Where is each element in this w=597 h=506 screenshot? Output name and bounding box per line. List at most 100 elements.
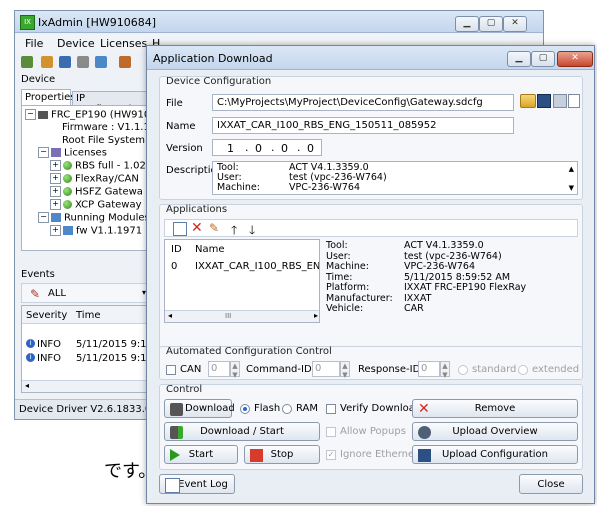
collapse-icon[interactable]: − — [38, 212, 49, 223]
can-checkbox[interactable] — [166, 365, 176, 375]
minimize-button[interactable]: ▁ — [455, 16, 479, 32]
dialog-maximize-button[interactable]: ▢ — [531, 51, 555, 67]
download-label: Download — [185, 403, 235, 414]
license-icon — [63, 200, 72, 209]
dialog-minimize-button[interactable]: ▁ — [507, 51, 531, 67]
application-download-dialog: Application Download ▁ ▢ ✕ Device Config… — [146, 45, 595, 504]
toolbar-icon-1[interactable] — [21, 56, 33, 68]
can-input[interactable]: 0 — [208, 361, 230, 377]
save-icon[interactable] — [537, 94, 551, 108]
dialog-title: Application Download — [153, 52, 273, 65]
edit-file-icon[interactable] — [568, 94, 580, 108]
tree-license-item[interactable]: + FlexRay/CAN — [50, 173, 139, 185]
stop-button[interactable]: Stop — [244, 445, 320, 464]
download-button[interactable]: Download — [164, 399, 235, 418]
response-id-spinner[interactable]: ▲ ▼ — [440, 361, 450, 379]
filter-value[interactable]: ALL — [48, 288, 66, 299]
add-application-icon[interactable] — [173, 222, 187, 236]
col-name[interactable]: Name — [195, 244, 225, 255]
version-revision[interactable]: 0 — [307, 142, 314, 155]
name-field[interactable]: IXXAT_CAR_I100_RBS_ENG_150511_085952 — [212, 117, 514, 134]
standard-radio[interactable] — [458, 365, 468, 375]
scroll-up-icon[interactable]: ▲ — [569, 164, 574, 174]
version-build[interactable]: 0 — [281, 142, 288, 155]
expand-icon[interactable]: + — [50, 173, 61, 184]
tree-license-item[interactable]: + RBS full - 1.02 — [50, 160, 146, 172]
description-line-value: VPC-236-W764 — [289, 182, 360, 193]
events-table: Severity Time i INFO 5/11/2015 9:13:0 i … — [21, 305, 151, 393]
tree-root[interactable]: − FRC_EP190 (HW9106 — [25, 109, 150, 121]
file-field[interactable]: C:\MyProjects\MyProject\DeviceConfig\Gat… — [212, 94, 514, 111]
license-folder-icon — [51, 148, 61, 157]
edit-icon[interactable]: ✎ — [209, 221, 219, 235]
remove-button[interactable]: ✕ Remove — [412, 399, 578, 418]
upload-overview-button[interactable]: Upload Overview — [412, 422, 578, 441]
tab-properties[interactable]: Properties — [21, 89, 76, 105]
scroll-left-icon[interactable]: ◂ — [25, 381, 29, 390]
tree-firmware[interactable]: Firmware : V1.1.1 — [62, 122, 150, 133]
event-log-button[interactable]: Event Log — [159, 474, 235, 494]
expand-icon[interactable]: + — [50, 199, 61, 210]
download-start-button[interactable]: Download / Start — [164, 422, 320, 441]
version-major[interactable]: 1 — [227, 142, 234, 155]
folder-open-icon[interactable] — [520, 94, 536, 108]
dialog-close-button[interactable]: ✕ — [557, 51, 593, 67]
toolbar-icon-2[interactable] — [41, 56, 53, 68]
table-row[interactable]: 0 IXXAT_CAR_I100_RBS_ENG_1 — [165, 260, 319, 274]
scroll-down-icon[interactable]: ▼ — [569, 183, 574, 193]
scroll-thumb[interactable]: III — [225, 312, 231, 320]
tree-running-modules[interactable]: − Running Modules — [38, 212, 150, 224]
close-button[interactable]: ✕ — [503, 16, 527, 32]
col-severity[interactable]: Severity — [26, 310, 67, 321]
maximize-button[interactable]: ▢ — [479, 16, 503, 32]
menu-licenses[interactable]: Licenses — [100, 37, 147, 50]
expand-icon[interactable]: + — [50, 186, 61, 197]
extended-radio[interactable] — [518, 365, 528, 375]
allow-popups-checkbox[interactable] — [326, 427, 336, 437]
applications-hscrollbar[interactable]: ◂ III ▸ — [165, 310, 319, 322]
expand-icon[interactable]: + — [50, 160, 61, 171]
tree-license-item[interactable]: + XCP Gateway — [50, 199, 142, 211]
tab-ip-configuration[interactable]: IP Configuration — [72, 91, 148, 115]
menu-file[interactable]: File — [25, 37, 43, 50]
toolbar-icon-6[interactable] — [119, 56, 131, 68]
upload-configuration-button[interactable]: Upload Configuration — [412, 445, 578, 464]
command-id-input[interactable]: 0 — [312, 361, 340, 377]
description-field[interactable]: Tool: ACT V4.1.3359.0 User: test (vpc-23… — [212, 161, 578, 195]
start-button[interactable]: Start — [164, 445, 238, 464]
group-label: Device Configuration — [166, 76, 272, 87]
tree-rootfs[interactable]: Root File System : — [62, 135, 150, 146]
tree-fw[interactable]: + fw V1.1.1971 — [50, 225, 142, 237]
version-field[interactable]: 1 . 0 . 0 . 0 — [212, 139, 322, 156]
flash-radio[interactable] — [240, 404, 250, 414]
ram-radio[interactable] — [282, 404, 292, 414]
close-dialog-button[interactable]: Close — [519, 474, 583, 494]
collapse-icon[interactable]: − — [25, 109, 36, 120]
command-id-spinner[interactable]: ▲ ▼ — [340, 361, 350, 379]
toolbar-icon-5[interactable] — [95, 56, 107, 68]
can-spinner[interactable]: ▲ ▼ — [230, 361, 240, 379]
ignore-ethernet-checkbox[interactable]: ✓ — [326, 450, 336, 460]
version-minor[interactable]: 0 — [255, 142, 262, 155]
ixadmin-titlebar[interactable]: IX IxAdmin [HW910684] ▁ ▢ ✕ — [15, 11, 543, 33]
delete-icon[interactable]: ✕ — [191, 220, 203, 236]
scroll-left-icon[interactable]: ◂ — [168, 311, 172, 320]
collapse-icon[interactable]: − — [38, 147, 49, 158]
tree-license-item[interactable]: + HSFZ Gatewa — [50, 186, 143, 198]
menu-device[interactable]: Device — [57, 37, 95, 50]
dialog-titlebar[interactable]: Application Download ▁ ▢ ✕ — [147, 46, 594, 70]
toolbar-icon-4[interactable] — [77, 56, 89, 68]
response-id-input[interactable]: 0 — [418, 361, 440, 377]
scroll-right-icon[interactable]: ▸ — [314, 311, 318, 320]
table-row[interactable]: i INFO 5/11/2015 9:13:0 — [22, 338, 150, 351]
col-id[interactable]: ID — [171, 244, 182, 255]
expand-icon[interactable]: + — [50, 225, 61, 236]
verify-download-checkbox[interactable] — [326, 404, 336, 414]
save-as-icon[interactable] — [553, 94, 567, 108]
events-hscrollbar[interactable]: ◂ — [22, 380, 150, 392]
toolbar-icon-3[interactable] — [59, 56, 71, 68]
table-row[interactable]: i INFO 5/11/2015 9:13:0 — [22, 352, 150, 365]
filter-icon[interactable]: ✎ — [30, 287, 40, 301]
tree-licenses[interactable]: − Licenses — [38, 147, 107, 159]
col-time[interactable]: Time — [76, 310, 100, 321]
